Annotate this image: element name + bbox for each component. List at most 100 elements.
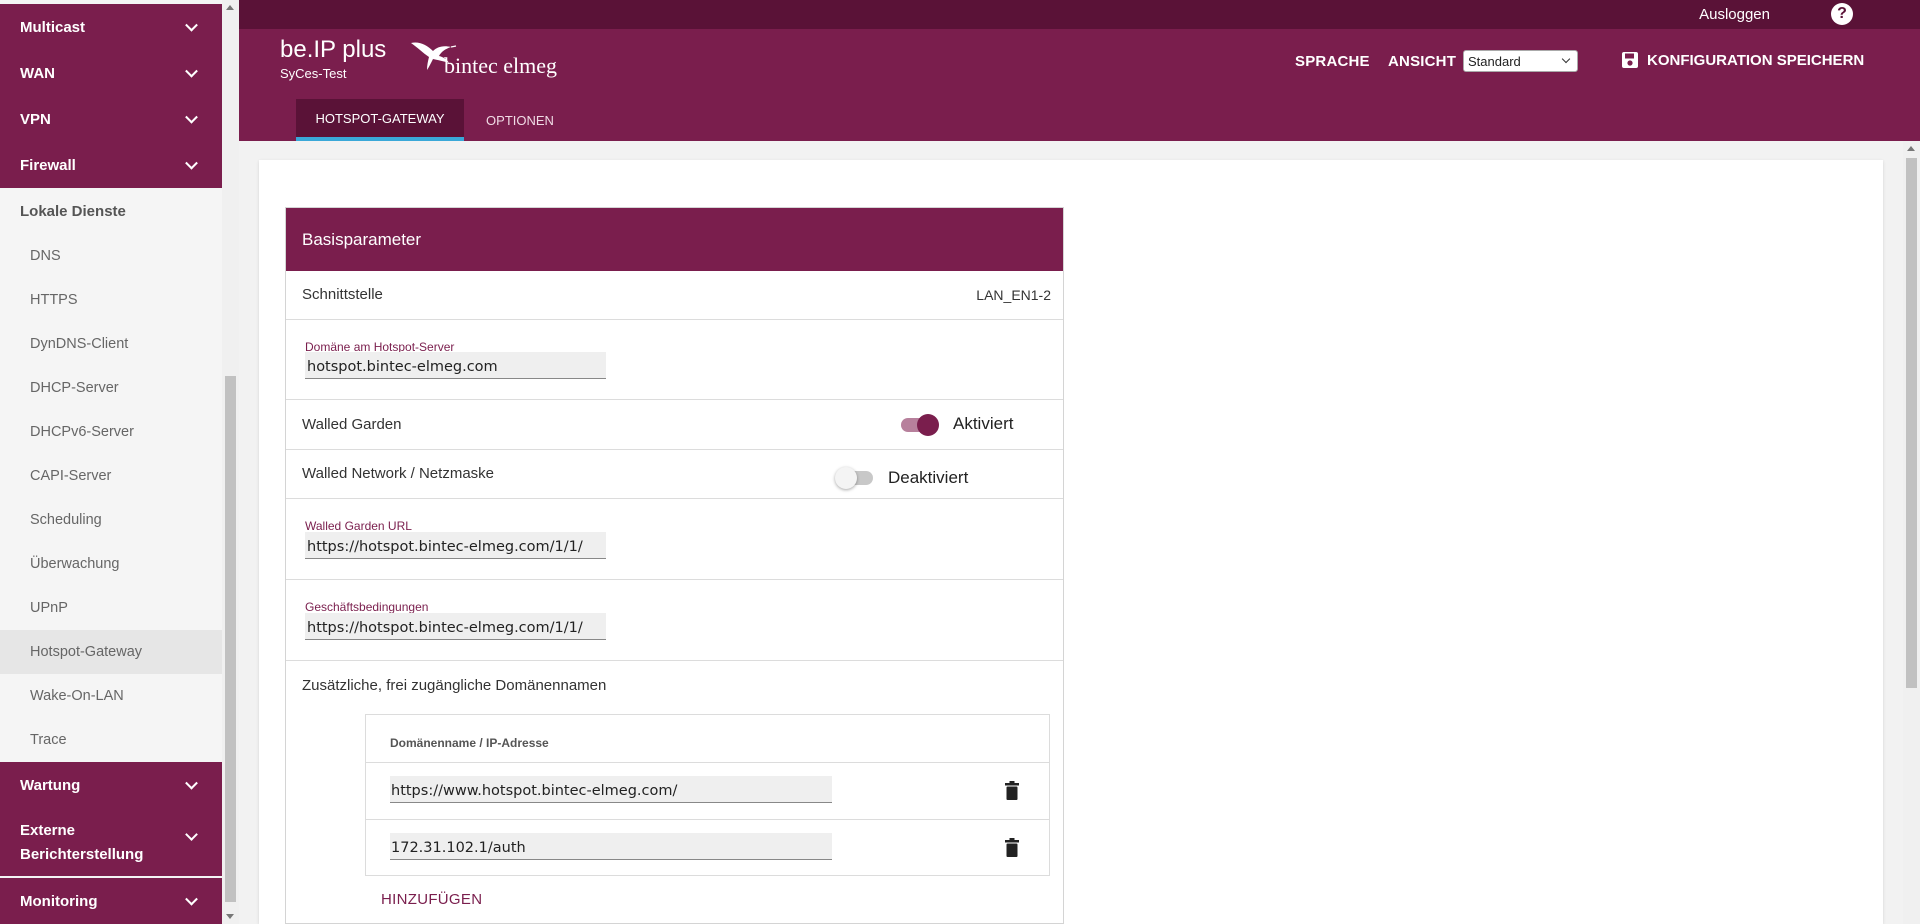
sidebar-section-label: WAN (20, 64, 55, 82)
sidebar-item-label: DynDNS-Client (30, 336, 129, 352)
sidebar-item-label: Scheduling (30, 512, 102, 528)
sidebar-item-trace[interactable]: Trace (0, 718, 222, 762)
walled-garden-url-input[interactable] (305, 532, 606, 559)
view-select-value: Standard (1468, 53, 1521, 69)
toggle-knob (917, 414, 939, 436)
tab-label: HOTSPOT-GATEWAY (315, 110, 445, 126)
scrollbar-thumb[interactable] (225, 376, 236, 902)
sidebar-item-capi-server[interactable]: CAPI-Server (0, 454, 222, 498)
toggle-knob (835, 467, 857, 489)
brand-title: be.IP plus (280, 36, 387, 63)
walled-network-state: Deaktiviert (888, 468, 969, 487)
chevron-down-icon (185, 776, 198, 790)
table-row (366, 819, 1049, 876)
scroll-up-arrow[interactable] (226, 5, 234, 10)
device-name: SyCes-Test (280, 66, 347, 81)
domain-input[interactable] (305, 352, 606, 379)
chevron-down-icon (185, 156, 198, 170)
sidebar-item-dhcp-server[interactable]: DHCP-Server (0, 366, 222, 410)
sidebar-item-label: UPnP (30, 600, 68, 616)
chevron-down-icon (185, 892, 198, 906)
walled-garden-state: Aktiviert (953, 414, 1014, 433)
scroll-up-arrow[interactable] (1907, 146, 1915, 151)
tab-hotspot-gateway[interactable]: HOTSPOT-GATEWAY (296, 99, 464, 141)
sidebar-item-label: DHCP-Server (30, 380, 119, 396)
add-domain-button[interactable]: HINZUFÜGEN (381, 891, 482, 908)
sidebar-nav: Multicast WAN VPN Firewall Lokale Dienst… (0, 0, 222, 924)
logout-link[interactable]: Ausloggen (1699, 6, 1770, 23)
sidebar-item-label: HTTPS (30, 292, 78, 308)
sidebar-scrollbar[interactable] (222, 0, 239, 924)
table-row (366, 762, 1049, 819)
sidebar-section-firewall[interactable]: Firewall (0, 142, 222, 188)
domain-entry-input[interactable] (390, 833, 832, 860)
sidebar-item-upnp[interactable]: UPnP (0, 586, 222, 630)
extra-domains-label: Zusätzliche, frei zugängliche Domänennam… (302, 677, 607, 694)
sidebar-group-label: Lokale Dienste (20, 202, 126, 220)
sidebar-item-scheduling[interactable]: Scheduling (0, 498, 222, 542)
sidebar-item-https[interactable]: HTTPS (0, 278, 222, 322)
domain-table: Domänenname / IP-Adresse (365, 714, 1050, 876)
trash-icon[interactable] (1005, 781, 1019, 800)
sidebar-item-dyndns-client[interactable]: DynDNS-Client (0, 322, 222, 366)
help-icon[interactable]: ? (1831, 3, 1853, 25)
sidebar-section-label: Multicast (20, 18, 86, 36)
tab-label: OPTIONEN (486, 112, 554, 128)
chevron-down-icon (1561, 54, 1571, 64)
sidebar-item-dns[interactable]: DNS (0, 234, 222, 278)
chevron-down-icon (185, 18, 198, 32)
walled-garden-label: Walled Garden (302, 416, 402, 433)
sidebar-section-label: Monitoring (20, 892, 98, 910)
sidebar-section-wan[interactable]: WAN (0, 50, 222, 96)
walled-network-toggle[interactable] (835, 467, 873, 489)
interface-label: Schnittstelle (302, 286, 383, 303)
sidebar-item-label: DNS (30, 248, 61, 264)
walled-network-label: Walled Network / Netzmaske (302, 465, 494, 482)
domain-row: Domäne am Hotspot-Server (286, 320, 1063, 400)
sidebar-item-dhcpv6-server[interactable]: DHCPv6-Server (0, 410, 222, 454)
floppy-disk-icon (1622, 52, 1638, 68)
scrollbar-thumb[interactable] (1906, 158, 1917, 688)
sidebar-section-externe-berichterstellung[interactable]: Externe Berichterstellung (0, 808, 222, 876)
app-header: be.IP plus SyCes-Test bintec elmeg SPRAC… (239, 29, 1920, 141)
save-config-button[interactable]: KONFIGURATION SPEICHERN (1621, 51, 1864, 69)
walled-network-row: Walled Network / Netzmaske Deaktiviert (286, 450, 1063, 499)
sidebar-item-hotspot-gateway[interactable]: Hotspot-Gateway (0, 630, 222, 674)
sidebar-item-label: Hotspot-Gateway (30, 644, 143, 660)
sidebar-item-ueberwachung[interactable]: Überwachung (0, 542, 222, 586)
terms-input[interactable] (305, 613, 606, 640)
sidebar-item-label: Wake-On-LAN (30, 688, 124, 704)
save-config-label: KONFIGURATION SPEICHERN (1647, 51, 1865, 69)
trash-icon[interactable] (1005, 838, 1019, 857)
interface-row: Schnittstelle LAN_EN1-2 (286, 271, 1063, 320)
view-label: ANSICHT (1388, 53, 1457, 70)
sidebar-group-lokale-dienste[interactable]: Lokale Dienste (0, 188, 222, 234)
walled-garden-row: Walled Garden Aktiviert (286, 400, 1063, 450)
logo-text: bintec elmeg (444, 53, 558, 78)
sidebar-section-wartung[interactable]: Wartung (0, 762, 222, 808)
sidebar-section-monitoring[interactable]: Monitoring (0, 878, 222, 924)
sidebar-item-wake-on-lan[interactable]: Wake-On-LAN (0, 674, 222, 718)
walled-garden-toggle[interactable] (901, 414, 939, 436)
sidebar-section-vpn[interactable]: VPN (0, 96, 222, 142)
domain-entry-input[interactable] (390, 776, 832, 803)
chevron-down-icon (185, 828, 198, 841)
sidebar-item-label: Trace (30, 732, 67, 748)
chevron-down-icon (185, 64, 198, 78)
sidebar-section-label: Firewall (20, 156, 76, 174)
walled-garden-url-label: Walled Garden URL (305, 519, 412, 533)
language-menu[interactable]: SPRACHE (1295, 53, 1370, 70)
sidebar-section-label: Externe Berichterstellung (20, 822, 144, 863)
main-scrollbar[interactable] (1903, 141, 1920, 924)
view-select[interactable]: Standard (1463, 50, 1578, 72)
sidebar-item-label: Überwachung (30, 556, 120, 572)
tab-optionen[interactable]: OPTIONEN (464, 99, 576, 141)
interface-value: LAN_EN1-2 (976, 287, 1051, 303)
scroll-down-arrow[interactable] (226, 914, 234, 919)
sidebar-item-label: CAPI-Server (30, 468, 112, 484)
sidebar-section-multicast[interactable]: Multicast (0, 4, 222, 50)
terms-label: Geschäftsbedingungen (305, 600, 429, 614)
chevron-down-icon (185, 110, 198, 124)
sidebar-item-label: DHCPv6-Server (30, 424, 134, 440)
top-bar: Ausloggen ? (239, 0, 1920, 29)
